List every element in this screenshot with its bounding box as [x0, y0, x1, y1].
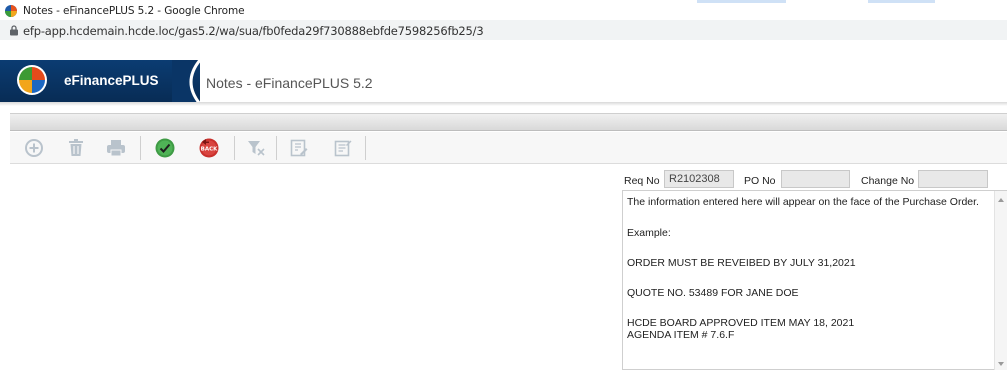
notes-icon[interactable] — [331, 136, 355, 160]
tab-strip-accent — [0, 0, 1007, 4]
change-no-label: Change No — [861, 175, 915, 187]
req-no-field[interactable]: R2102308 — [664, 170, 734, 188]
url-text[interactable]: efp-app.hcdemain.hcde.loc/gas5.2/wa/sua/… — [23, 24, 484, 38]
notes-line: The information entered here will appear… — [627, 196, 979, 208]
notes-scrollbar[interactable] — [994, 191, 1007, 370]
brand-block: eFinancePLUS — [0, 60, 200, 104]
req-no-label: Req No — [624, 175, 660, 187]
change-no-field[interactable] — [918, 170, 988, 188]
efinance-favicon-icon — [5, 5, 17, 17]
back-icon[interactable]: BACK — [197, 136, 221, 160]
address-bar[interactable]: efp-app.hcdemain.hcde.loc/gas5.2/wa/sua/… — [0, 20, 1007, 40]
delete-icon[interactable] — [64, 136, 88, 160]
tab-accent-2 — [868, 0, 935, 3]
app-header: eFinancePLUS Notes - eFinancePLUS 5.2 — [0, 60, 1007, 106]
window-title: Notes - eFinancePLUS 5.2 - Google Chrome — [23, 5, 245, 17]
notes-line: Example: — [627, 227, 671, 239]
notes-line: QUOTE NO. 53489 FOR JANE DOE — [627, 287, 799, 299]
notes-textarea[interactable]: The information entered here will appear… — [622, 190, 1007, 370]
svg-text:BACK: BACK — [201, 147, 218, 153]
brand-name: eFinancePLUS — [64, 73, 159, 88]
toolbar-separator — [276, 136, 277, 160]
print-icon[interactable] — [104, 136, 128, 160]
scroll-down-arrow-icon[interactable] — [998, 362, 1004, 366]
globe-logo-icon — [17, 65, 47, 95]
header-shadow — [0, 102, 1007, 106]
browser-title-bar: Notes - eFinancePLUS 5.2 - Google Chrome — [0, 0, 1007, 20]
lock-icon — [10, 25, 18, 36]
edit-icon[interactable] — [287, 136, 311, 160]
menu-bar — [10, 113, 1007, 131]
po-no-label: PO No — [744, 175, 776, 187]
toolbar-separator — [234, 136, 235, 160]
tab-accent-1 — [697, 0, 786, 3]
toolbar-separator — [365, 136, 366, 160]
toolbar-separator — [140, 136, 141, 160]
toolbar: BACK — [10, 132, 1007, 164]
page-title: Notes - eFinancePLUS 5.2 — [206, 75, 373, 91]
ok-icon[interactable] — [153, 136, 177, 160]
notes-line: HCDE BOARD APPROVED ITEM MAY 18, 2021 — [627, 317, 855, 329]
po-no-field[interactable] — [781, 170, 850, 188]
notes-line: AGENDA ITEM # 7.6.F — [627, 329, 735, 341]
scroll-up-arrow-icon[interactable] — [998, 198, 1004, 202]
filter-icon[interactable] — [244, 136, 268, 160]
add-icon[interactable] — [22, 136, 46, 160]
notes-line: ORDER MUST BE REVEIBED BY JULY 31,2021 — [627, 257, 856, 269]
